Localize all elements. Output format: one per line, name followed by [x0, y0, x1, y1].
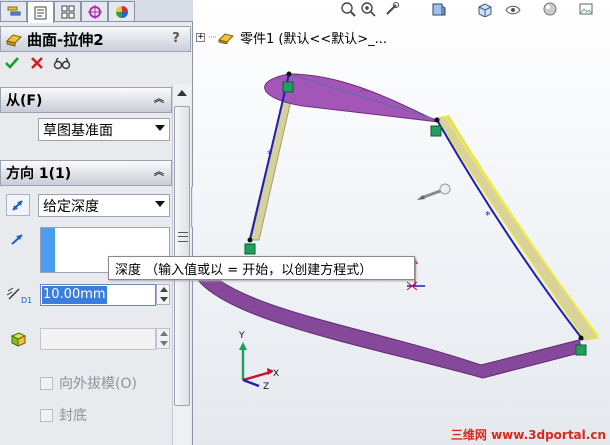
graphics-area[interactable]: * * ⌒ Y X Z: [193, 0, 610, 445]
scroll-up-arrow-icon[interactable]: [177, 90, 187, 96]
svg-text:X: X: [273, 369, 279, 379]
midpoint-marker-right: *: [485, 209, 491, 222]
depth-drag-handle-icon[interactable]: [417, 183, 451, 200]
detailed-preview-button[interactable]: [53, 55, 71, 73]
cap-end-checkbox[interactable]: 封底: [40, 406, 87, 424]
dropdown-arrow-icon: [155, 125, 165, 131]
extruded-surface-icon: [6, 34, 22, 47]
from-group-title: 从(F): [6, 93, 43, 109]
watermark: 三维网 www.3dportal.cn: [450, 428, 606, 442]
draft-outward-label: 向外拔模(O): [59, 376, 137, 392]
midpoint-marker-left: *: [267, 148, 273, 161]
direction1-group-title: 方向 1(1): [6, 166, 72, 182]
display-style-icon[interactable]: [504, 1, 521, 17]
configuration-icon: [61, 5, 74, 18]
view-orientation-icon[interactable]: [476, 1, 492, 18]
depth-input[interactable]: 10.00mm: [40, 284, 156, 306]
cancel-x-icon: [31, 57, 43, 69]
svg-text:Y: Y: [238, 331, 245, 341]
draft-outward-checkbox[interactable]: 向外拔模(O): [40, 374, 137, 392]
property-manager-panel: 曲面-拉伸2 ? 从(F) ︽ 草图基准面 方向 1(1) ︽ 给定深度 D1 …: [0, 0, 193, 445]
collapse-chevron-icon[interactable]: ︽: [151, 165, 167, 181]
detailed-preview-icon: [53, 57, 71, 70]
svg-text:D1: D1: [21, 296, 32, 305]
draft-cube-icon: [10, 332, 27, 347]
end-condition-value: 给定深度: [43, 198, 99, 215]
reverse-direction-icon: [12, 200, 23, 211]
from-start-condition-select[interactable]: 草图基准面: [38, 118, 170, 141]
previous-view-icon[interactable]: [384, 1, 400, 17]
dropdown-arrow-icon: [155, 201, 165, 207]
from-group-header[interactable]: 从(F) ︽: [0, 87, 172, 113]
model-viewport[interactable]: * * ⌒ Y X Z: [193, 0, 610, 445]
expand-toggle-icon[interactable]: +: [196, 32, 205, 42]
cancel-button[interactable]: [28, 55, 46, 73]
depth-spinner[interactable]: [156, 284, 170, 305]
appearance-icon[interactable]: [542, 1, 558, 17]
help-button[interactable]: ?: [168, 31, 184, 47]
section-view-icon[interactable]: [430, 1, 446, 17]
tree-root-label: 零件1 (默认<<默认>_...: [240, 31, 388, 47]
collapse-chevron-icon[interactable]: ︽: [151, 92, 167, 108]
feature-tree-icon: [7, 6, 20, 15]
part-icon: [209, 33, 234, 44]
direction-vector-icon: [10, 232, 26, 250]
top-purple-surface: [264, 73, 440, 123]
tab-feature-manager[interactable]: [0, 1, 27, 21]
depth-input-value: 10.00mm: [42, 286, 107, 304]
color-wheel-icon: [115, 5, 128, 18]
zoom-to-fit-icon[interactable]: [340, 1, 356, 17]
manager-tabs: [0, 0, 193, 23]
draft-angle-spinner[interactable]: [156, 328, 170, 349]
zoom-area-icon[interactable]: [360, 1, 376, 17]
check-icon: [5, 57, 19, 69]
depth-dimension-icon: D1: [6, 285, 32, 309]
grip-icon: [178, 232, 188, 242]
coordinate-triad-icon: Y X Z: [238, 331, 279, 392]
draft-outward-box[interactable]: [40, 376, 53, 390]
tab-configuration-manager[interactable]: [54, 1, 81, 21]
cap-end-label: 封底: [59, 408, 87, 424]
depth-tooltip: 深度 （输入值或以 = 开始，以创建方程式）: [108, 256, 415, 280]
feature-tree-root[interactable]: + 零件1 (默认<<默认>_...: [196, 28, 388, 47]
draft-angle-input[interactable]: [40, 328, 156, 350]
tab-dimxpert-manager[interactable]: [81, 1, 108, 21]
action-buttons: [0, 54, 191, 74]
crosshair-target-icon: [87, 4, 102, 19]
feature-title: 曲面-拉伸2: [27, 30, 104, 49]
ok-button[interactable]: [3, 55, 21, 73]
feature-title-bar: 曲面-拉伸2 ?: [0, 26, 191, 52]
tab-display-manager[interactable]: [108, 1, 135, 21]
from-selected-value: 草图基准面: [43, 122, 113, 139]
direction1-group-header[interactable]: 方向 1(1) ︽: [0, 160, 172, 186]
end-condition-select[interactable]: 给定深度: [38, 194, 170, 217]
tab-property-manager[interactable]: [27, 1, 54, 23]
reverse-direction-button[interactable]: [6, 194, 30, 216]
midpoint-marker-top: ⌒: [359, 90, 368, 101]
right-extruded-surface: [434, 115, 600, 341]
scene-icon[interactable]: [578, 1, 594, 17]
cap-end-box[interactable]: [40, 408, 53, 422]
draft-toggle-button[interactable]: [6, 328, 30, 350]
property-sheet-icon: [34, 6, 46, 19]
selection-box-highlight: [41, 228, 55, 272]
heads-up-view-toolbar: [340, 0, 610, 18]
svg-text:Z: Z: [263, 382, 269, 392]
